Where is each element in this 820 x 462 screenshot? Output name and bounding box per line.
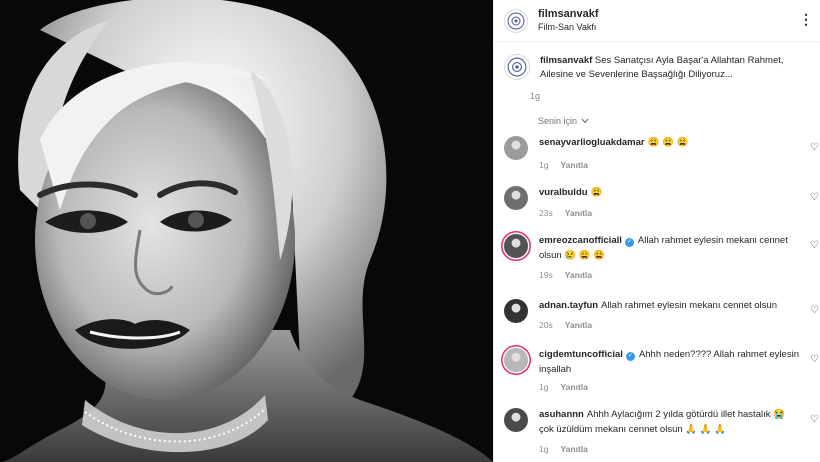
comment-username[interactable]: senayvarliogluakdamar (539, 137, 645, 148)
comment-body: emreozcanofficiall ✓ Allah rahmet eylesin … (539, 234, 801, 263)
comment-body: cigdemtuncofficial ✓ Ahhh neden???? Allah … (539, 348, 801, 377)
reply-button[interactable]: Yanıtla (565, 270, 592, 280)
like-heart-icon[interactable]: ♡ (810, 414, 819, 425)
comment-time: 20s (539, 320, 553, 330)
account-subtitle: Film-San Vakfı (538, 21, 597, 32)
portrait-image (0, 0, 493, 462)
account-avatar[interactable] (504, 8, 528, 33)
post-caption: filmsanvakf Ses Sanatçısı Ayla Başar'a A… (494, 42, 820, 83)
reply-button[interactable]: Yanıtla (560, 444, 587, 454)
like-heart-icon[interactable]: ♡ (810, 305, 819, 316)
verified-badge-icon: ✓ (624, 238, 634, 247)
caption-text-block: filmsanvakf Ses Sanatçısı Ayla Başar'a A… (540, 54, 810, 83)
comment-username[interactable]: vuralbuldu (539, 187, 588, 198)
comment-text: 😩 (590, 187, 603, 198)
comment-meta: 1g Yanıtla (539, 444, 588, 454)
commenter-avatar[interactable] (504, 186, 528, 210)
more-icon[interactable]: ⋮ (799, 11, 814, 28)
filmsan-logo-icon (507, 57, 527, 77)
chevron-down-icon (581, 118, 589, 124)
verified-badge-icon: ✓ (625, 352, 635, 361)
comment-meta: 20s Yanıtla (539, 320, 592, 330)
comment-body: adnan.tayfun Allah rahmet eylesin mekanı … (539, 299, 801, 314)
caption-time: 1g (530, 90, 541, 101)
commenter-avatar[interactable] (504, 408, 528, 432)
comment-time: 1g (539, 382, 549, 392)
post-side-panel: filmsanvakf Film-San Vakfı ⋮ filmsanvakf… (493, 0, 820, 462)
reply-button[interactable]: Yanıtla (565, 208, 592, 218)
caption-avatar[interactable] (504, 54, 530, 80)
filmsan-logo-icon (507, 12, 525, 29)
comment-username[interactable]: cigdemtuncofficial (539, 349, 623, 360)
commenter-avatar[interactable] (504, 136, 528, 160)
commenter-avatar[interactable] (504, 234, 528, 258)
comment-body: asuhannn Ahhh Aylacığım 2 yılda götürdü i… (539, 408, 801, 437)
like-heart-icon[interactable]: ♡ (810, 240, 819, 251)
comment-body: senayvarliogluakdamar 😩 😩 😩 (539, 136, 801, 151)
comment-text: 😩 😩 😩 (647, 137, 689, 148)
reply-button[interactable]: Yanıtla (560, 382, 587, 392)
comment-body: vuralbuldu 😩 (539, 186, 801, 201)
like-heart-icon[interactable]: ♡ (810, 354, 819, 365)
sort-label: Senin için (538, 116, 578, 126)
comment-sort-selector[interactable]: Senin için (538, 116, 589, 126)
comment-time: 23s (539, 208, 553, 218)
comment-meta: 1g Yanıtla (539, 382, 588, 392)
account-username[interactable]: filmsanvakf (538, 8, 599, 22)
post-photo (0, 0, 493, 462)
reply-button[interactable]: Yanıtla (565, 320, 592, 330)
comment-username[interactable]: emreozcanofficiall (539, 235, 622, 246)
caption-username[interactable]: filmsanvakf (540, 55, 592, 66)
comment-time: 1g (539, 160, 549, 170)
comment-time: 19s (539, 270, 553, 280)
comment-time: 1g (539, 444, 549, 454)
reply-button[interactable]: Yanıtla (560, 160, 587, 170)
comment-meta: 23s Yanıtla (539, 208, 592, 218)
comment-username[interactable]: adnan.tayfun (539, 300, 598, 311)
comment-username[interactable]: asuhannn (539, 409, 584, 420)
comment-meta: 1g Yanıtla (539, 160, 588, 170)
commenter-avatar[interactable] (504, 348, 528, 372)
comment-text: Allah rahmet eylesin mekanı cennet olsun (601, 300, 777, 311)
comment-meta: 19s Yanıtla (539, 270, 592, 280)
like-heart-icon[interactable]: ♡ (810, 142, 819, 153)
post-header: filmsanvakf Film-San Vakfı ⋮ (494, 0, 820, 42)
like-heart-icon[interactable]: ♡ (810, 192, 819, 203)
commenter-avatar[interactable] (504, 299, 528, 323)
